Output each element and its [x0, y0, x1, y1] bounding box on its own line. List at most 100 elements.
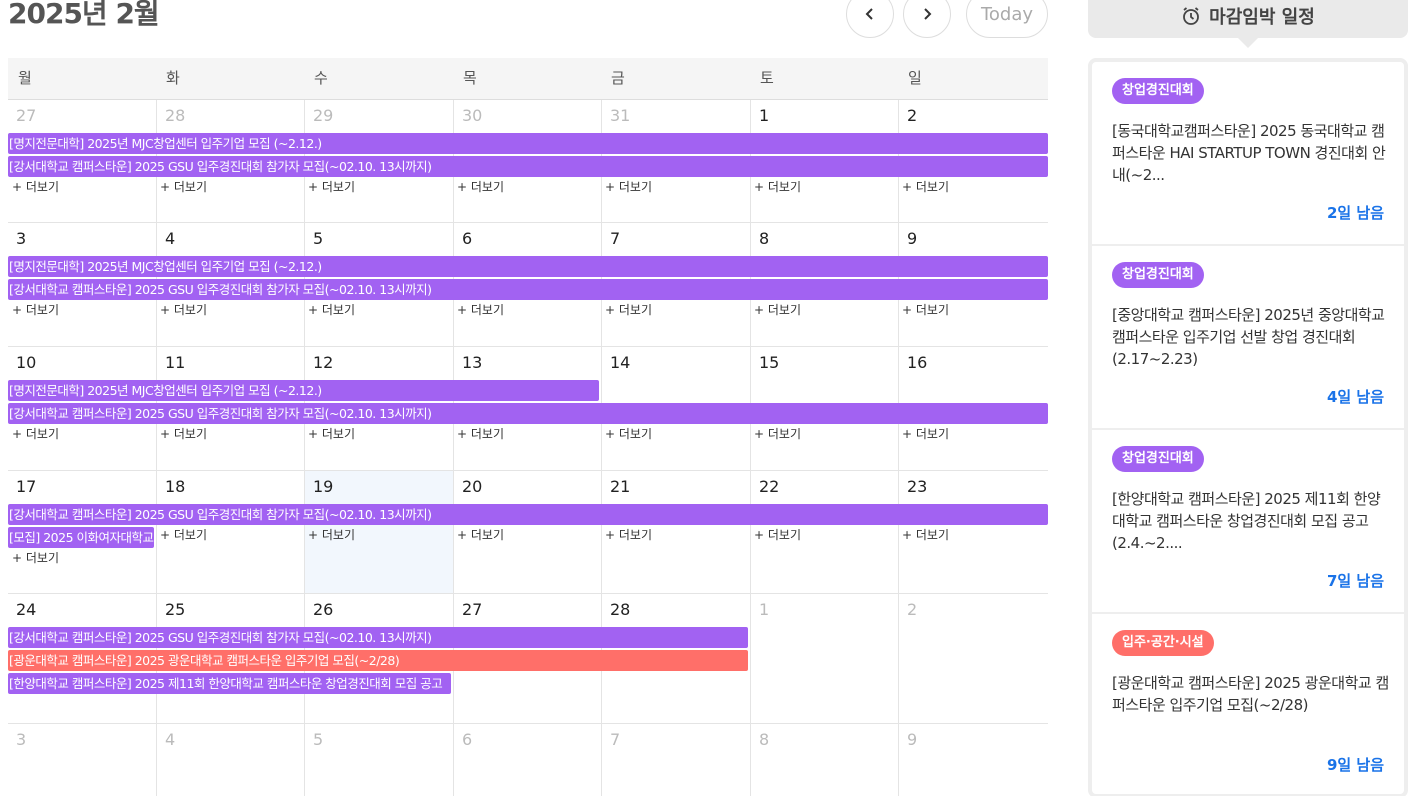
more-link[interactable]: + 더보기	[160, 178, 207, 195]
week-row: 24 25 26 27 28 1 2 [강서대학교 캠퍼스타운] 2025 GSU 입주경진대…	[8, 594, 1048, 724]
category-badge: 창업경진대회	[1112, 262, 1204, 288]
calendar-event[interactable]: [명지전문대학] 2025년 MJC창업센터 입주기업 모집 (~2.12.)	[8, 256, 1048, 277]
day-cell[interactable]: 6	[453, 724, 601, 796]
day-number: 31	[610, 106, 631, 125]
deadline-title-text[interactable]: [동국대학교캠퍼스타운] 2025 동국대학교 캠퍼스타운 HAI STARTU…	[1112, 120, 1390, 186]
deadline-card[interactable]: 창업경진대회 [중앙대학교 캠퍼스타운] 2025년 중앙대학교 캠퍼스타운 입주…	[1092, 246, 1404, 430]
more-link[interactable]: + 더보기	[308, 178, 355, 195]
deadline-title-text[interactable]: [광운대학교 캠퍼스타운] 2025 광운대학교 캠퍼스타운 입주기업 모집(~…	[1112, 672, 1390, 716]
deadline-card[interactable]: 창업경진대회 [동국대학교캠퍼스타운] 2025 동국대학교 캠퍼스타운 HAI …	[1092, 62, 1404, 246]
more-link[interactable]: + 더보기	[308, 526, 355, 543]
calendar-event[interactable]: [명지전문대학] 2025년 MJC창업센터 입주기업 모집 (~2.12.)	[8, 133, 1048, 154]
more-link[interactable]: + 더보기	[902, 178, 949, 195]
more-link[interactable]: + 더보기	[902, 526, 949, 543]
weekday-label: 수	[314, 69, 328, 87]
day-number: 15	[759, 353, 780, 372]
day-number: 30	[462, 106, 483, 125]
day-number: 2	[907, 106, 918, 125]
more-link[interactable]: + 더보기	[605, 301, 652, 318]
day-number: 5	[313, 730, 324, 749]
prev-month-button[interactable]	[846, 0, 894, 38]
more-link[interactable]: + 더보기	[457, 526, 504, 543]
more-link[interactable]: + 더보기	[754, 301, 801, 318]
day-number: 1	[759, 600, 770, 619]
next-month-button[interactable]	[903, 0, 951, 38]
day-number: 27	[16, 106, 37, 125]
day-number: 7	[610, 730, 621, 749]
day-number: 12	[313, 353, 334, 372]
calendar-event[interactable]: [모집] 2025 이화여자대학교	[8, 527, 154, 548]
day-number: 11	[165, 353, 186, 372]
more-link[interactable]: + 더보기	[160, 301, 207, 318]
more-link[interactable]: + 더보기	[12, 301, 59, 318]
calendar-event[interactable]: [강서대학교 캠퍼스타운] 2025 GSU 입주경진대회 참가자 모집(~02…	[8, 403, 1048, 424]
day-cell[interactable]: 5	[304, 724, 453, 796]
more-link[interactable]: + 더보기	[457, 178, 504, 195]
more-link[interactable]: + 더보기	[605, 425, 652, 442]
more-link[interactable]: + 더보기	[902, 301, 949, 318]
day-number: 21	[610, 477, 631, 496]
more-link[interactable]: + 더보기	[12, 549, 59, 566]
day-number: 6	[462, 229, 473, 248]
calendar-event[interactable]: [광운대학교 캠퍼스타운] 2025 광운대학교 캠퍼스타운 입주기업 모집(~…	[8, 650, 748, 671]
week-row: 17 18 19 20 21 22 23 [강서대학교 캠퍼스타운] 2025 GSU 입주경…	[8, 471, 1048, 594]
chevron-left-icon	[865, 8, 873, 20]
deadline-header: 마감임박 일정	[1088, 0, 1408, 38]
alarm-clock-icon	[1183, 7, 1200, 25]
day-number: 22	[759, 477, 780, 496]
more-link[interactable]: + 더보기	[605, 526, 652, 543]
day-cell[interactable]: 7	[601, 724, 750, 796]
day-number: 5	[313, 229, 324, 248]
category-badge: 창업경진대회	[1112, 446, 1204, 472]
day-number: 4	[165, 730, 176, 749]
more-link[interactable]: + 더보기	[754, 526, 801, 543]
weekday-header: 월화수목금토일	[8, 58, 1048, 100]
deadline-list: 창업경진대회 [동국대학교캠퍼스타운] 2025 동국대학교 캠퍼스타운 HAI …	[1088, 58, 1408, 796]
more-link[interactable]: + 더보기	[754, 178, 801, 195]
more-link[interactable]: + 더보기	[12, 178, 59, 195]
more-link[interactable]: + 더보기	[308, 425, 355, 442]
page-title: 2025년 2월	[8, 0, 160, 30]
day-number: 14	[610, 353, 631, 372]
day-cell[interactable]: 3	[8, 724, 156, 796]
today-button[interactable]: Today	[966, 0, 1048, 38]
day-number: 19	[313, 477, 334, 496]
day-cell[interactable]: 8	[750, 724, 898, 796]
more-link[interactable]: + 더보기	[160, 526, 207, 543]
day-cell[interactable]: 2	[898, 594, 1048, 723]
more-link[interactable]: + 더보기	[12, 425, 59, 442]
day-number: 17	[16, 477, 37, 496]
calendar-event[interactable]: [강서대학교 캠퍼스타운] 2025 GSU 입주경진대회 참가자 모집(~02…	[8, 279, 1048, 300]
weekday-label: 목	[463, 69, 477, 87]
more-link[interactable]: + 더보기	[605, 178, 652, 195]
day-number: 26	[313, 600, 334, 619]
more-link[interactable]: + 더보기	[457, 425, 504, 442]
days-left: 7일 남음	[1326, 572, 1384, 590]
deadline-title-text[interactable]: [한양대학교 캠퍼스타운] 2025 제11회 한양대학교 캠퍼스타운 창업경진…	[1112, 488, 1390, 554]
day-number: 3	[16, 229, 27, 248]
more-link[interactable]: + 더보기	[754, 425, 801, 442]
calendar-event[interactable]: [강서대학교 캠퍼스타운] 2025 GSU 입주경진대회 참가자 모집(~02…	[8, 504, 1048, 525]
day-number: 10	[16, 353, 37, 372]
week-row: 3 4 5 6 7 8 9	[8, 724, 1048, 796]
day-number: 8	[759, 730, 770, 749]
more-link[interactable]: + 더보기	[160, 425, 207, 442]
more-link[interactable]: + 더보기	[308, 301, 355, 318]
day-number: 13	[462, 353, 483, 372]
deadline-card[interactable]: 창업경진대회 [한양대학교 캠퍼스타운] 2025 제11회 한양대학교 캠퍼스타…	[1092, 430, 1404, 614]
calendar-event[interactable]: [한양대학교 캠퍼스타운] 2025 제11회 한양대학교 캠퍼스타운 창업경진…	[8, 673, 451, 694]
day-cell[interactable]: 1	[750, 594, 898, 723]
days-left: 9일 남음	[1326, 756, 1384, 774]
days-left: 4일 남음	[1326, 388, 1384, 406]
more-link[interactable]: + 더보기	[902, 425, 949, 442]
day-cell[interactable]: 9	[898, 724, 1048, 796]
calendar-event[interactable]: [강서대학교 캠퍼스타운] 2025 GSU 입주경진대회 참가자 모집(~02…	[8, 156, 1048, 177]
more-link[interactable]: + 더보기	[457, 301, 504, 318]
day-cell[interactable]: 4	[156, 724, 304, 796]
deadline-card[interactable]: 입주·공간·시설 [광운대학교 캠퍼스타운] 2025 광운대학교 캠퍼스타운 입…	[1092, 614, 1404, 796]
deadline-title: 마감임박 일정	[1209, 7, 1315, 28]
calendar-event[interactable]: [강서대학교 캠퍼스타운] 2025 GSU 입주경진대회 참가자 모집(~02…	[8, 627, 748, 648]
calendar-event[interactable]: [명지전문대학] 2025년 MJC창업센터 입주기업 모집 (~2.12.)	[8, 380, 599, 401]
deadline-title-text[interactable]: [중앙대학교 캠퍼스타운] 2025년 중앙대학교 캠퍼스타운 입주기업 선발 …	[1112, 304, 1390, 370]
week-row: 27 28 29 30 31 1 2 [명지전문대학] 2025년 MJC창업센터 입주기업 …	[8, 100, 1048, 223]
